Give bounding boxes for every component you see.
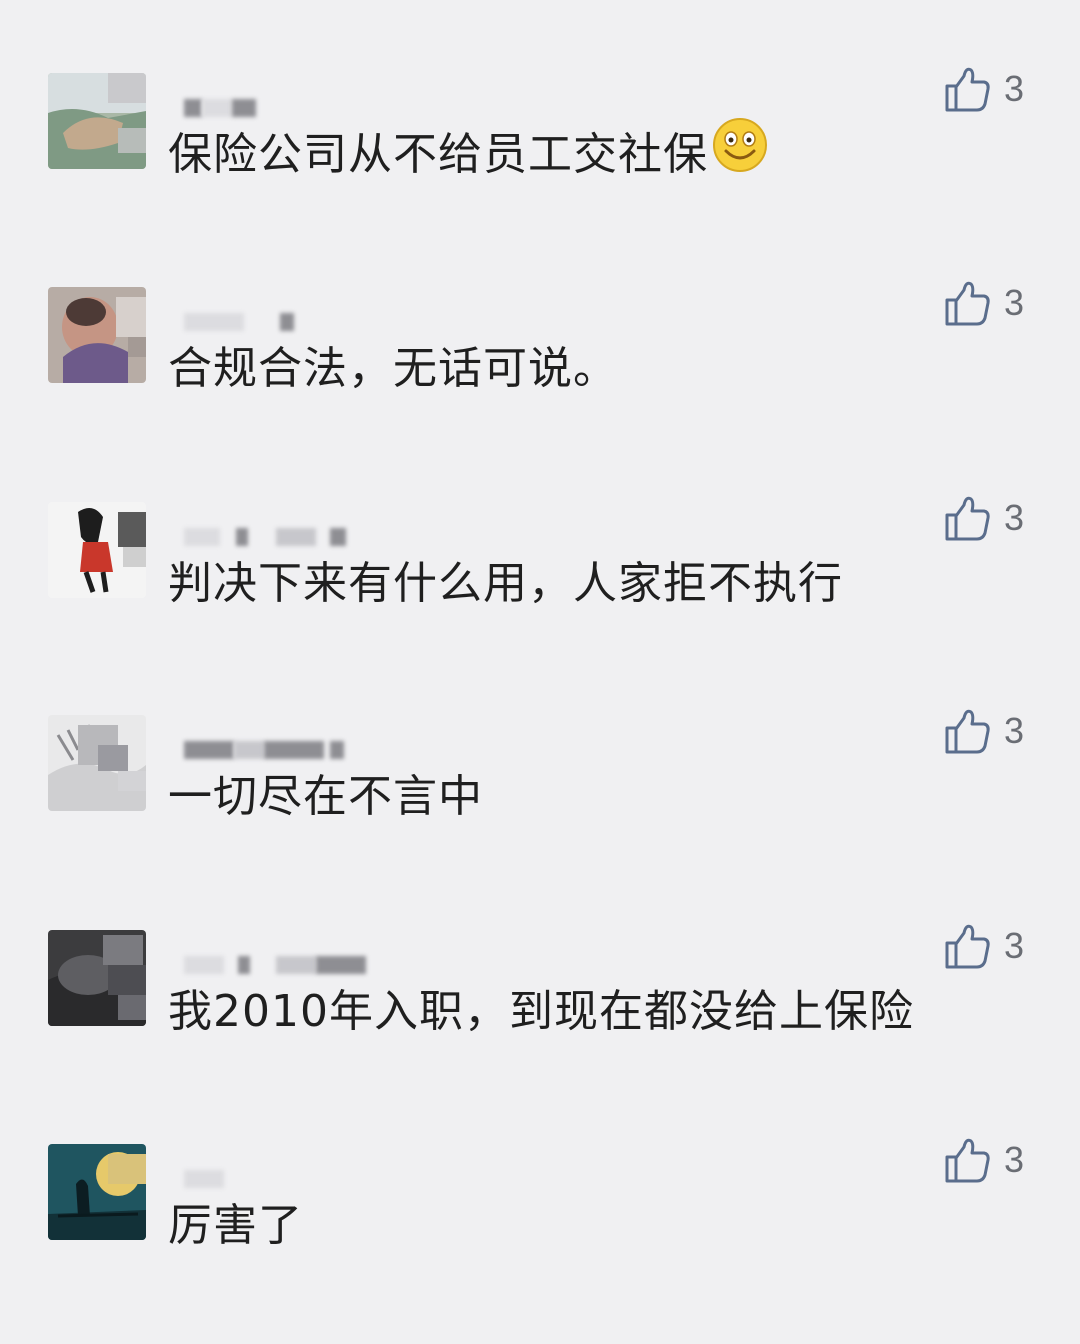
avatar[interactable] <box>48 715 146 811</box>
comment-item: 我2010年入职，到现在都没给上保险 3 <box>0 924 1080 1130</box>
thumbs-up-icon <box>945 281 990 326</box>
like-button[interactable]: 3 <box>942 1134 1024 1186</box>
like-count: 3 <box>1004 925 1025 966</box>
like-count: 3 <box>1004 68 1025 109</box>
like-button[interactable]: 3 <box>942 277 1024 329</box>
comment-text: 一切尽在不言中 <box>168 771 483 822</box>
smile-emoji-icon <box>712 117 768 189</box>
thumbs-up-icon <box>945 1138 990 1183</box>
nickname-blurred[interactable] <box>180 1164 380 1196</box>
comment-text: 判决下来有什么用，人家拒不执行 <box>168 558 843 609</box>
comment-text: 我2010年入职，到现在都没给上保险 <box>168 986 914 1037</box>
comment-text: 厉害了 <box>168 1200 303 1251</box>
nickname-blurred[interactable] <box>180 307 380 339</box>
avatar[interactable] <box>48 1144 146 1240</box>
comment-item: 厉害了 3 <box>0 1138 1080 1344</box>
avatar[interactable] <box>48 287 146 383</box>
comment-text: 合规合法，无话可说。 <box>168 343 618 394</box>
like-count: 3 <box>1004 497 1025 538</box>
thumbs-up-icon <box>945 67 990 112</box>
like-count: 3 <box>1004 1139 1025 1180</box>
thumbs-up-icon <box>945 709 990 754</box>
nickname-blurred[interactable] <box>180 522 380 554</box>
comment-item: 判决下来有什么用，人家拒不执行 3 <box>0 496 1080 702</box>
comment-item: 保险公司从不给员工交社保 3 <box>0 67 1080 273</box>
comment-item: 合规合法，无话可说。 3 <box>0 281 1080 487</box>
comment-list: 保险公司从不给员工交社保 3 合规合法，无话可说。 3 判决下来有什么用，人家拒… <box>0 0 1080 1303</box>
like-button[interactable]: 3 <box>942 920 1024 972</box>
avatar[interactable] <box>48 502 146 598</box>
comment-item: 一切尽在不言中 3 <box>0 709 1080 915</box>
comment-text: 保险公司从不给员工交社保 <box>168 118 768 189</box>
like-count: 3 <box>1004 710 1025 751</box>
avatar[interactable] <box>48 73 146 169</box>
thumbs-up-icon <box>945 496 990 541</box>
like-count: 3 <box>1004 282 1025 323</box>
like-button[interactable]: 3 <box>942 705 1024 757</box>
like-button[interactable]: 3 <box>942 492 1024 544</box>
like-button[interactable]: 3 <box>942 63 1024 115</box>
thumbs-up-icon <box>945 924 990 969</box>
nickname-blurred[interactable] <box>180 93 380 125</box>
nickname-blurred[interactable] <box>180 950 380 982</box>
nickname-blurred[interactable] <box>180 735 380 767</box>
avatar[interactable] <box>48 930 146 1026</box>
